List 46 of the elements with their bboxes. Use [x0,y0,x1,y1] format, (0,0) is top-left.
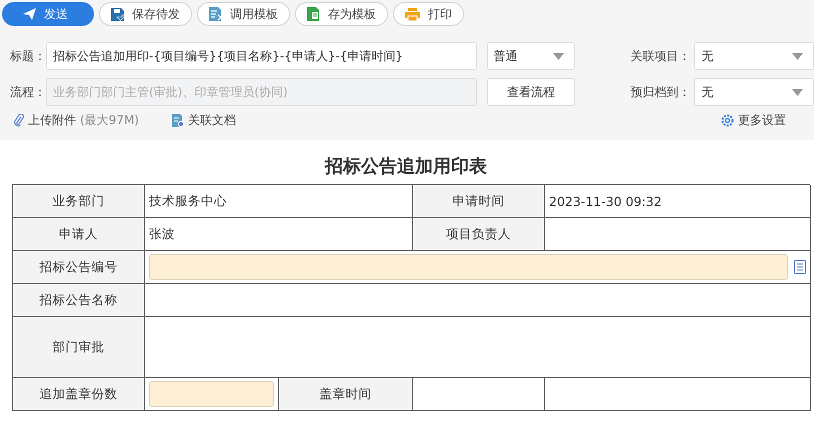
input-field[interactable] [149,254,788,280]
toolbar-button[interactable]: 打印 [393,2,464,26]
field-label: 项目负责人 [413,218,545,251]
field-value: 张波 [145,218,413,251]
field-label: 业务部门 [13,185,145,218]
field-label: 盖章时间 [279,378,413,411]
related-project-dropdown[interactable]: 无 [694,42,814,70]
document-icon [307,7,320,21]
document-icon [172,114,184,126]
dropdown-arrow-icon [792,88,803,96]
document-icon [209,7,222,21]
related-project-label: 关联项目： [629,48,692,64]
flow-label: 流程： [9,84,46,100]
printer-icon [405,8,420,20]
field-label: 申请时间 [413,185,545,218]
list-picker-icon [794,260,806,274]
priority-dropdown[interactable]: 普通 [486,42,576,70]
save-icon [111,8,124,20]
archive-dropdown[interactable]: 无 [694,78,814,106]
title-field[interactable]: 招标公告追加用印-{项目编号}{项目名称}-{申请人}-{申请时间} [46,42,477,70]
field-label: 部门审批 [13,317,145,378]
input-field[interactable] [149,381,274,407]
field-label: 追加盖章份数 [13,378,145,411]
title-label: 标题： [9,48,46,64]
more-settings-link[interactable]: 更多设置 [721,112,786,128]
upload-attachment-link[interactable]: 上传附件 (最大97M) [14,112,139,128]
paperclip-icon [14,114,24,126]
size-limit: (最大97M) [80,112,139,128]
dropdown-arrow-icon [792,52,803,60]
send-icon [23,8,36,20]
field-label: 招标公告编号 [13,251,145,284]
field-value: 技术服务中心 [145,185,413,218]
related-docs-link[interactable]: 关联文档 [172,112,236,128]
toolbar-button[interactable]: 调用模板 [197,2,290,26]
archive-label: 预归档到： [629,84,692,100]
toolbar-button[interactable]: 保存待发 [99,2,192,26]
send-button[interactable]: 发送 [2,2,94,26]
view-flow-button[interactable]: 查看流程 [486,78,576,106]
dropdown-arrow-icon [553,52,564,60]
toolbar-button[interactable]: 存为模板 [295,2,388,26]
form-title: 招标公告追加用印表 [324,155,488,179]
field-label: 招标公告名称 [13,284,145,317]
field-value: 2023-11-30 09:32 [545,185,811,218]
flow-field[interactable]: 业务部门部门主管(审批)、印章管理员(协同) [46,78,477,106]
settings-icon [721,114,734,126]
field-label: 申请人 [13,218,145,251]
